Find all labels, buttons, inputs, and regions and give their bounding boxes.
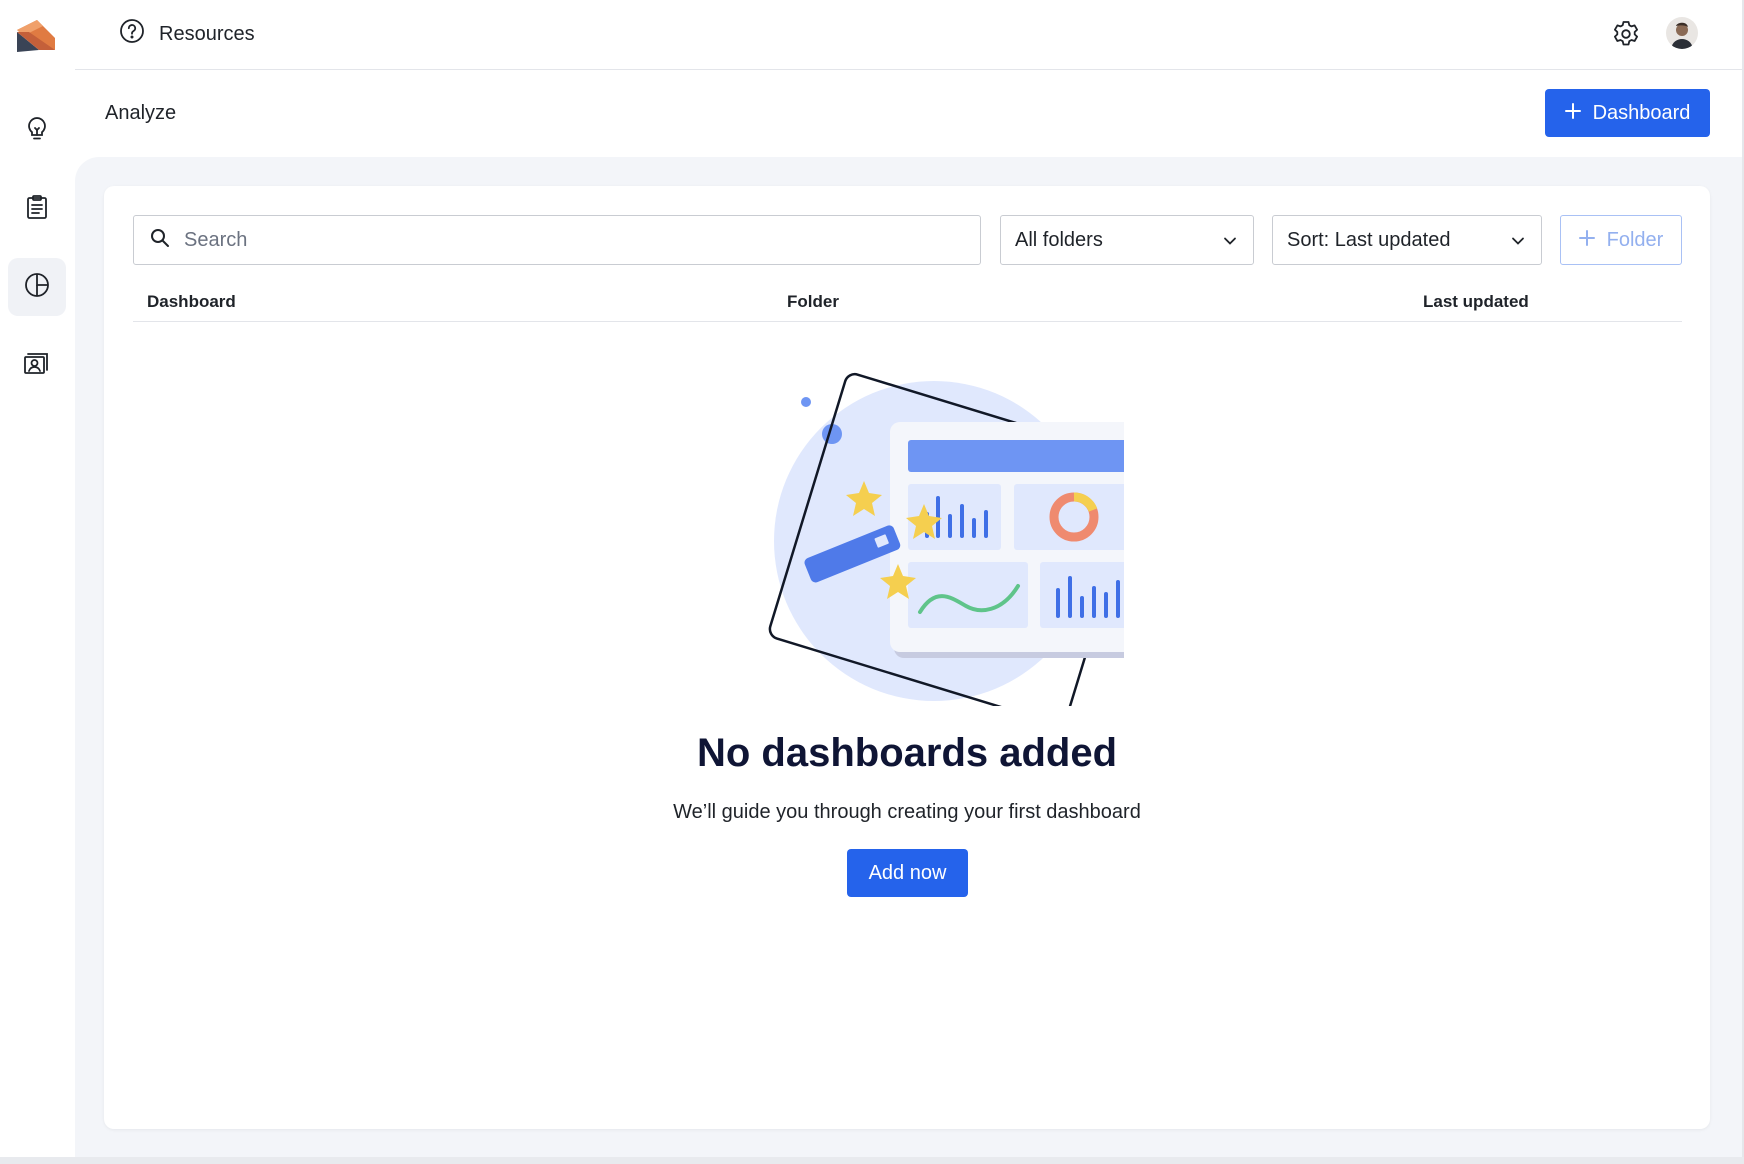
resources-link[interactable]: Resources <box>119 18 255 50</box>
app-logo[interactable] <box>15 18 57 54</box>
folder-select-value: All folders <box>1015 228 1103 251</box>
sidebar-item-analyze[interactable] <box>8 258 66 316</box>
avatar[interactable] <box>1666 17 1698 49</box>
column-header-folder[interactable]: Folder <box>787 292 839 312</box>
chevron-down-icon <box>1511 229 1525 252</box>
search-input[interactable] <box>184 228 964 252</box>
sidebar-item-reports[interactable] <box>8 180 66 238</box>
sidebar-item-insights[interactable] <box>8 102 66 160</box>
sidebar-item-contacts[interactable] <box>8 336 66 394</box>
plus-icon <box>1564 102 1581 125</box>
contact-card-icon <box>24 351 50 380</box>
sort-select[interactable]: Sort: Last updated <box>1272 215 1542 265</box>
empty-state-subtitle: We’ll guide you through creating your fi… <box>673 801 1141 823</box>
resources-label: Resources <box>159 22 255 45</box>
column-header-last-updated[interactable]: Last updated <box>1423 292 1529 312</box>
dashboards-card: All folders Sort: Last updated Folder Da… <box>104 186 1710 1129</box>
page-title: Analyze <box>105 102 177 124</box>
search-field[interactable] <box>133 215 981 265</box>
lightbulb-icon <box>25 116 49 147</box>
empty-state-title: No dashboards added <box>696 731 1118 775</box>
chevron-down-icon <box>1223 229 1237 252</box>
folder-select[interactable]: All folders <box>1000 215 1254 265</box>
add-now-button[interactable]: Add now <box>847 849 968 897</box>
plus-icon <box>1578 229 1595 252</box>
clipboard-icon <box>25 194 49 225</box>
pie-chart-icon <box>24 272 50 303</box>
add-folder-button[interactable]: Folder <box>1560 215 1682 265</box>
sidebar <box>0 0 75 1164</box>
page-header: Analyze Dashboard <box>75 71 1744 157</box>
add-dashboard-label: Dashboard <box>1592 101 1691 124</box>
window-bottom-edge <box>0 1157 1744 1164</box>
add-dashboard-button[interactable]: Dashboard <box>1545 89 1710 137</box>
add-folder-label: Folder <box>1606 228 1664 251</box>
table-header: Dashboard Folder Last updated <box>133 276 1682 322</box>
column-header-dashboard[interactable]: Dashboard <box>147 292 236 312</box>
top-bar: Resources <box>75 0 1744 70</box>
empty-state-illustration <box>684 366 1160 726</box>
gear-icon[interactable] <box>1610 18 1642 50</box>
search-icon <box>150 228 170 253</box>
sort-select-value: Sort: Last updated <box>1287 228 1451 251</box>
help-circle-icon <box>119 18 145 50</box>
